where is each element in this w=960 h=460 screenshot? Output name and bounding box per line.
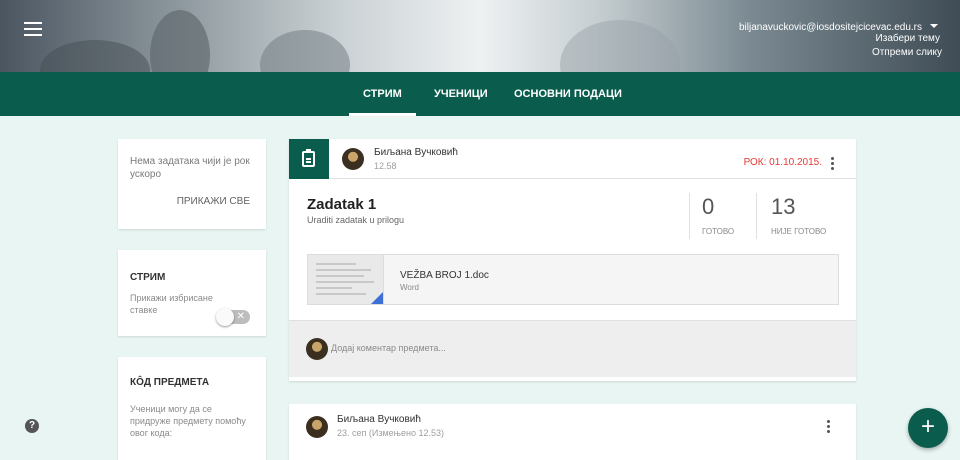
upcoming-text: Нема задатака чији је рок ускоро: [130, 156, 250, 180]
toggle-knob: [216, 308, 234, 326]
banner-figure: [260, 30, 350, 72]
due-date: РОК: 01.10.2015.: [743, 157, 822, 168]
avatar: [306, 416, 328, 438]
post-author: Биљана Вучковић: [374, 147, 458, 158]
class-code-title: КÔД ПРЕДМЕТА: [130, 377, 210, 388]
add-icon: +: [920, 413, 935, 440]
stream-card-title: СТРИМ: [130, 272, 166, 283]
close-icon: ✕: [236, 311, 245, 322]
more-vert-icon[interactable]: [831, 157, 835, 171]
avatar: [306, 338, 328, 360]
attachment-card[interactable]: VEŽBA BROJ 1.doc Word: [307, 254, 839, 305]
class-code-card: КÔД ПРЕДМЕТА Ученици могу да се придруже…: [118, 357, 266, 460]
not-done-label: НИЈЕ ГОТОВО: [771, 227, 827, 236]
assignment-description: Uraditi zadatak u prilogu: [307, 215, 405, 225]
word-doc-icon: [371, 292, 383, 304]
banner-figure: [560, 20, 680, 72]
divider: [689, 193, 690, 239]
assignment-badge: [289, 139, 329, 179]
attachment-type: Word: [400, 283, 419, 292]
avatar: [342, 148, 364, 170]
show-deleted-label: Прикажи избрисане ставке: [130, 293, 213, 315]
announcement-post: Биљана Вучковић 23. сеп (Измењено 12.53): [289, 404, 856, 460]
banner-figure: [150, 10, 210, 72]
comment-bar: Додај коментар предмета...: [289, 320, 856, 377]
not-done-count[interactable]: 13: [771, 194, 795, 220]
done-count[interactable]: 0: [702, 194, 714, 220]
assignment-title[interactable]: Zadatak 1: [307, 196, 376, 213]
show-all-button[interactable]: ПРИКАЖИ СВЕ: [177, 196, 250, 207]
post-time: 23. сеп (Измењено 12.53): [337, 428, 444, 438]
post-author: Биљана Вучковић: [337, 414, 421, 425]
more-vert-icon[interactable]: [827, 420, 831, 434]
attachment-name: VEŽBA BROJ 1.doc: [400, 270, 489, 281]
post-time: 12.58: [374, 161, 397, 171]
choose-theme-link[interactable]: Изабери тему: [876, 33, 940, 44]
stream-settings-card: СТРИМ Прикажи избрисане ставке ✕: [118, 250, 266, 336]
divider: [756, 193, 757, 239]
done-label: ГОТОВО: [702, 227, 735, 236]
menu-icon[interactable]: [24, 22, 42, 36]
add-button[interactable]: +: [908, 408, 948, 448]
banner-figure: [40, 40, 150, 72]
comment-input[interactable]: Додај коментар предмета...: [331, 343, 446, 353]
user-email[interactable]: biljanavuckovic@iosdositejcicevac.edu.rs: [739, 22, 922, 33]
document-thumbnail: [308, 255, 384, 304]
assignment-post: Биљана Вучковић 12.58 РОК: 01.10.2015. Z…: [289, 139, 856, 381]
account-caret-icon[interactable]: [930, 24, 938, 28]
upload-image-link[interactable]: Отпреми слику: [872, 47, 942, 58]
tab-bar: СТРИМ УЧЕНИЦИ ОСНОВНИ ПОДАЦИ: [0, 72, 960, 116]
upcoming-card: Нема задатака чији је рок ускоро ПРИКАЖИ…: [118, 139, 266, 229]
class-code-description: Ученици могу да се придруже предмету пом…: [130, 404, 246, 438]
tab-about[interactable]: ОСНОВНИ ПОДАЦИ: [514, 72, 622, 116]
clipboard-icon: [302, 149, 315, 167]
help-icon[interactable]: ?: [25, 419, 39, 433]
tab-students[interactable]: УЧЕНИЦИ: [434, 72, 488, 116]
post-header: Биљана Вучковић 12.58 РОК: 01.10.2015.: [289, 139, 856, 179]
header-banner: biljanavuckovic@iosdositejcicevac.edu.rs…: [0, 0, 960, 72]
tab-stream[interactable]: СТРИМ: [349, 72, 416, 116]
show-deleted-toggle[interactable]: ✕: [216, 308, 250, 326]
